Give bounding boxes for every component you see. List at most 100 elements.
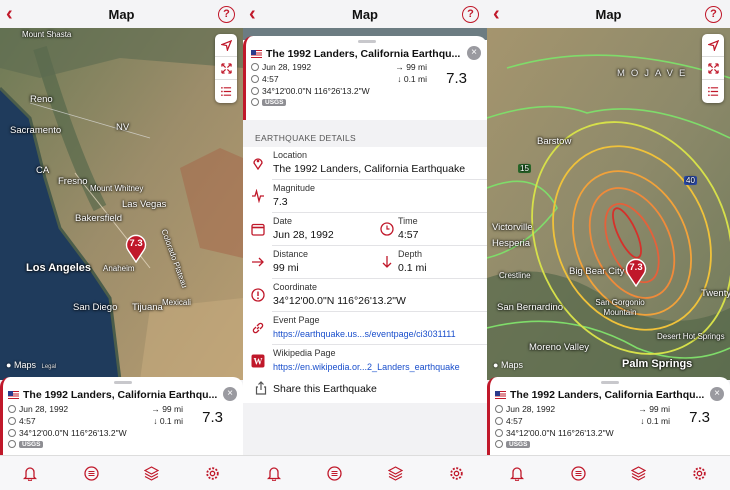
depth-value: ↓ 0.1 mi <box>153 416 183 426</box>
map-label: Mount Whitney <box>90 184 144 193</box>
map-label: Palm Springs <box>622 358 693 370</box>
help-button[interactable]: ? <box>218 6 235 23</box>
location-arrow-icon[interactable] <box>702 34 724 57</box>
bell-icon[interactable] <box>265 464 283 482</box>
share-earthquake-button[interactable]: Share this Earthquake <box>243 375 487 403</box>
us-flag-icon <box>495 391 506 399</box>
earthquake-summary-card[interactable]: The 1992 Landers, California Earthqu... … <box>487 377 730 455</box>
list-view-icon[interactable] <box>702 80 724 103</box>
clock-icon <box>251 75 259 83</box>
navigation-bar: ‹ Map ? <box>487 0 730 28</box>
map-label: Desert Hot Springs <box>657 332 725 341</box>
section-header: EARTHQUAKE DETAILS <box>255 133 356 143</box>
detail-wikipedia-page[interactable]: W Wikipedia Page https://en.wikipedia.or… <box>251 345 487 378</box>
map-label: Big Bear City <box>569 266 625 277</box>
calendar-icon <box>8 405 16 413</box>
earthquake-summary-card[interactable]: The 1992 Landers, California Earthqu... … <box>243 36 487 120</box>
list-icon[interactable] <box>82 464 100 482</box>
map-label: Los Angeles <box>26 262 91 274</box>
bell-icon[interactable] <box>508 464 526 482</box>
source-row: USGS <box>495 440 531 448</box>
list-view-icon[interactable] <box>215 80 237 103</box>
distance-value: → 99 mi <box>151 404 183 414</box>
map-label: Crestline <box>499 271 531 280</box>
map-view[interactable]: Mount Shasta Reno Sacramento NV CA Fresn… <box>0 28 243 380</box>
page-title: Map <box>108 7 135 22</box>
svg-text:W: W <box>254 357 263 367</box>
map-label: MOJAVE <box>617 68 692 79</box>
location-arrow-icon[interactable] <box>215 34 237 57</box>
magnitude-value: 7.3 <box>202 409 223 426</box>
layers-icon[interactable] <box>387 464 405 482</box>
detail-label: Distance <box>273 249 309 259</box>
source-badge: USGS <box>506 440 531 448</box>
event-page-link[interactable]: https://earthquake.us...s/eventpage/ci30… <box>273 329 456 339</box>
close-button[interactable]: × <box>710 387 724 401</box>
map-label: San Bernardino <box>497 302 564 313</box>
wikipedia-icon: W <box>251 354 265 368</box>
maps-brand: Maps <box>500 360 523 370</box>
navigation-bar: ‹ Map ? <box>0 0 243 28</box>
help-button[interactable]: ? <box>705 6 722 23</box>
magnitude-value: 7.3 <box>446 70 467 87</box>
map-controls <box>215 34 237 103</box>
time-row: 4:57 <box>8 416 36 426</box>
location-pin-icon <box>253 158 263 170</box>
list-icon[interactable] <box>569 464 587 482</box>
pin-icon <box>495 429 503 437</box>
calendar-icon <box>495 405 503 413</box>
layers-icon[interactable] <box>143 464 161 482</box>
detail-value: Jun 28, 1992 <box>273 229 334 241</box>
clock-icon <box>8 417 16 425</box>
page-title: Map <box>352 7 378 22</box>
map-label: Fresno <box>58 176 88 187</box>
close-button[interactable]: × <box>467 46 481 60</box>
time-row: 4:57 <box>495 416 523 426</box>
detail-label: Date <box>273 216 293 226</box>
us-flag-icon <box>251 50 262 58</box>
apple-logo-icon: ● <box>6 360 12 370</box>
page-title: Map <box>595 7 622 22</box>
earthquake-pin[interactable]: 7.3 <box>125 234 147 263</box>
gear-icon[interactable] <box>204 464 222 482</box>
layers-icon[interactable] <box>630 464 648 482</box>
legal-link[interactable]: Legal <box>41 364 56 370</box>
wikipedia-link[interactable]: https://en.wikipedia.or...2_Landers_eart… <box>273 362 460 372</box>
map-controls <box>702 34 724 103</box>
detail-coordinate: Coordinate 34°12'00.0"N 116°26'13.2"W <box>251 279 487 312</box>
earthquake-title: The 1992 Landers, California Earthqu... <box>495 389 704 401</box>
calendar-icon <box>251 223 265 236</box>
detail-label: Location <box>273 150 308 160</box>
gear-icon[interactable] <box>691 464 709 482</box>
detail-event-page[interactable]: Event Page https://earthquake.us...s/eve… <box>252 312 487 345</box>
pin-magnitude: 7.3 <box>129 238 143 249</box>
map-label: Bakersfield <box>75 213 122 224</box>
tab-bar <box>243 455 487 490</box>
highway-15-shield: 15 <box>518 164 531 173</box>
coordinate-icon <box>251 288 265 302</box>
help-button[interactable]: ? <box>462 6 479 23</box>
fit-bounds-icon[interactable] <box>215 57 237 80</box>
detail-magnitude: Magnitude 7.3 <box>252 180 487 213</box>
map-label: Hesperia <box>492 238 531 249</box>
close-button[interactable]: × <box>223 387 237 401</box>
list-icon[interactable] <box>326 464 344 482</box>
shakemap-contours <box>487 28 730 380</box>
sheet-grabber[interactable] <box>601 381 619 384</box>
earthquake-summary-card[interactable]: The 1992 Landers, California Earthqu... … <box>0 377 243 455</box>
fit-bounds-icon[interactable] <box>702 57 724 80</box>
map-view[interactable]: Barstow MOJAVE Victorville Hesperia Big … <box>487 28 730 380</box>
date-row: Jun 28, 1992 <box>8 404 68 414</box>
gear-icon[interactable] <box>448 464 466 482</box>
map-label: Mount Shasta <box>22 30 72 39</box>
earthquake-pin[interactable]: 7.3 <box>625 258 647 287</box>
bell-icon[interactable] <box>21 464 39 482</box>
tab-bar <box>0 455 243 490</box>
detail-value: 99 mi <box>273 262 299 274</box>
detail-location: Location The 1992 Landers, California Ea… <box>253 147 487 180</box>
sheet-grabber[interactable] <box>357 40 376 43</box>
navigation-bar: ‹ Map ? <box>243 0 487 28</box>
sheet-grabber[interactable] <box>114 381 132 384</box>
link-icon <box>252 322 264 334</box>
clock-icon <box>495 417 503 425</box>
